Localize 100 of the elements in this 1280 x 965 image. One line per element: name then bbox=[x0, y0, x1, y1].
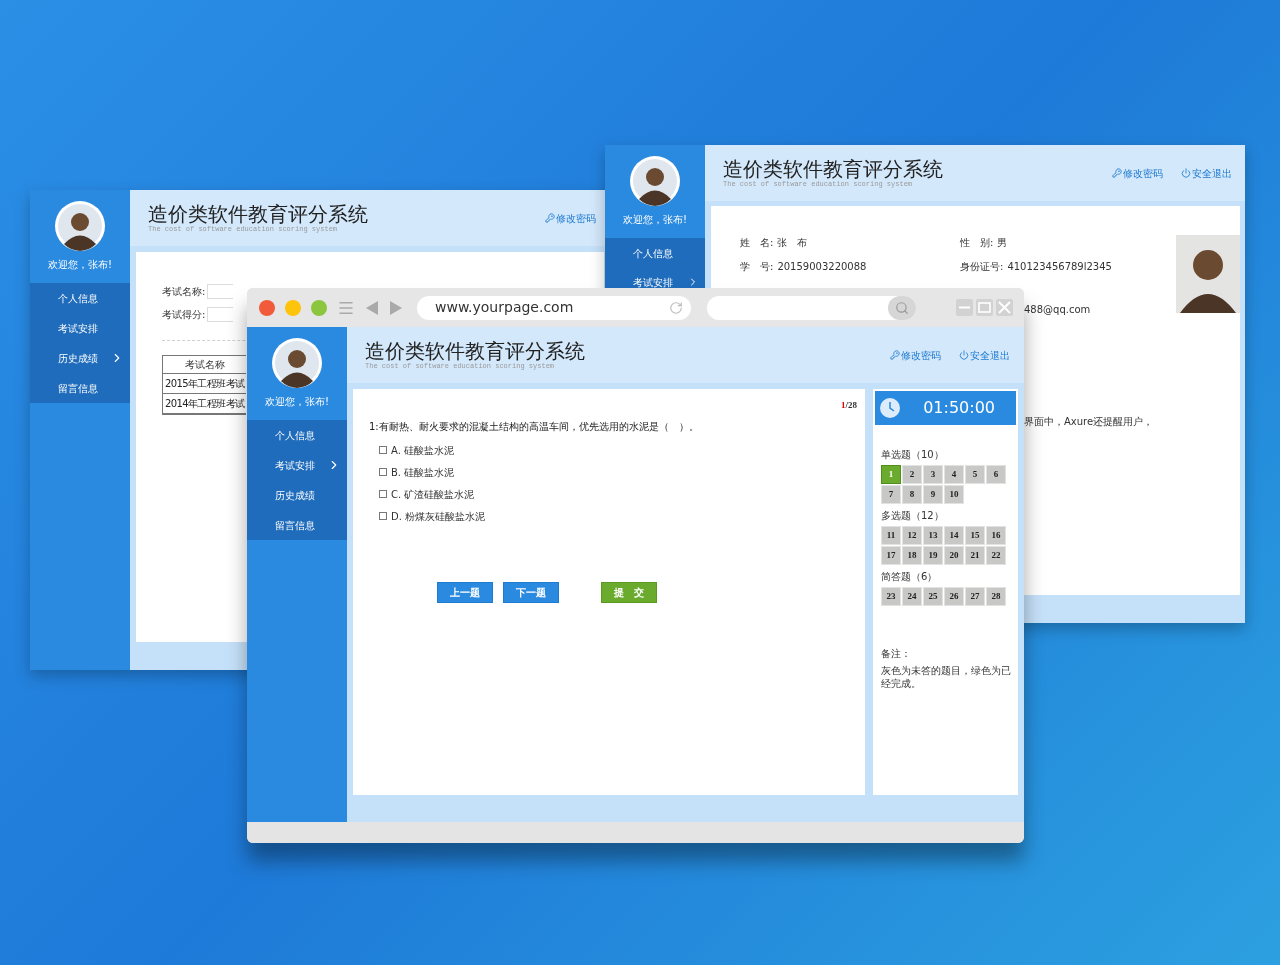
nav-item[interactable]: 留言信息 bbox=[247, 510, 347, 540]
checkbox[interactable] bbox=[379, 468, 387, 476]
question-number-button[interactable]: 21 bbox=[965, 546, 985, 565]
nav-item[interactable]: 留言信息 bbox=[30, 373, 130, 403]
field-value: 张 布 bbox=[777, 235, 808, 250]
question-number-button[interactable]: 24 bbox=[902, 587, 922, 606]
question-number-button[interactable]: 7 bbox=[881, 485, 901, 504]
search-icon bbox=[895, 300, 909, 315]
checkbox[interactable] bbox=[379, 490, 387, 498]
nav-item[interactable]: 考试安排 bbox=[30, 313, 130, 343]
welcome-text: 欢迎您，张布! bbox=[623, 213, 687, 227]
checkbox[interactable] bbox=[379, 512, 387, 520]
question-number-button[interactable]: 5 bbox=[965, 465, 985, 484]
nav-item[interactable]: 考试安排 bbox=[247, 450, 347, 480]
table-cell: 2014年工程班考试 bbox=[163, 394, 246, 414]
app-title: 造价类软件教育评分系统 bbox=[723, 157, 944, 180]
question-total: /28 bbox=[845, 399, 857, 412]
checkbox[interactable] bbox=[379, 446, 387, 454]
question-number-button[interactable]: 3 bbox=[923, 465, 943, 484]
current-question-number: 1 bbox=[841, 399, 846, 412]
field-label: 姓 名: bbox=[740, 235, 774, 250]
question-number-button[interactable]: 18 bbox=[902, 546, 922, 565]
header-link[interactable]: 修改密码 bbox=[545, 210, 596, 226]
avatar bbox=[630, 156, 680, 206]
answer-option[interactable]: A. 硅酸盐水泥 bbox=[379, 443, 857, 457]
text-fragment: 488@qq.com bbox=[1024, 303, 1091, 317]
question-number-button[interactable]: 27 bbox=[965, 587, 985, 606]
question-number-button[interactable]: 20 bbox=[944, 546, 964, 565]
header-link[interactable]: 安全退出 bbox=[959, 347, 1010, 363]
key-icon bbox=[545, 213, 555, 223]
nav-button[interactable]: 下一题 bbox=[503, 581, 559, 603]
power-icon bbox=[959, 350, 969, 360]
question-number-button[interactable]: 19 bbox=[923, 546, 943, 565]
question-number-button[interactable]: 14 bbox=[944, 526, 964, 545]
question-number-button[interactable]: 26 bbox=[944, 587, 964, 606]
question-text: 1:有耐热、耐火要求的混凝土结构的高温车间，优先选用的水泥是（ ）。 bbox=[369, 419, 700, 434]
question-number-button[interactable]: 4 bbox=[944, 465, 964, 484]
answer-option[interactable]: B. 硅酸盐水泥 bbox=[379, 465, 857, 479]
field-label: 考试得分: bbox=[162, 308, 206, 322]
answer-option[interactable]: C. 矿渣硅酸盐水泥 bbox=[379, 487, 857, 501]
nav-item[interactable]: 个人信息 bbox=[247, 420, 347, 450]
welcome-text: 欢迎您，张布! bbox=[265, 395, 329, 409]
avatar bbox=[55, 201, 105, 251]
section-title: 单选题（10） bbox=[881, 447, 945, 462]
table-cell: 2015年工程班考试 bbox=[163, 374, 246, 394]
question-number-button[interactable]: 15 bbox=[965, 526, 985, 545]
app-title: 造价类软件教育评分系统 bbox=[365, 339, 586, 362]
note-title: 备注： bbox=[881, 647, 912, 661]
question-number-button[interactable]: 12 bbox=[902, 526, 922, 545]
close-icon[interactable] bbox=[996, 299, 1013, 316]
field-value: 男 bbox=[997, 235, 1008, 250]
question-number-button[interactable]: 11 bbox=[881, 526, 901, 545]
key-icon bbox=[1112, 168, 1122, 178]
nav-item[interactable]: 历史成绩 bbox=[247, 480, 347, 510]
power-icon bbox=[1181, 168, 1191, 178]
forward-icon[interactable] bbox=[389, 299, 403, 316]
question-number-button[interactable]: 23 bbox=[881, 587, 901, 606]
field-label: 性 别: bbox=[960, 235, 994, 250]
nav-item[interactable]: 历史成绩 bbox=[30, 343, 130, 373]
input-field[interactable] bbox=[207, 284, 234, 299]
question-number-button[interactable]: 28 bbox=[986, 587, 1006, 606]
nav-item[interactable]: 考试安排 bbox=[605, 276, 705, 288]
header-link[interactable]: 修改密码 bbox=[890, 347, 941, 363]
welcome-text: 欢迎您，张布! bbox=[48, 258, 112, 272]
maximize-icon[interactable] bbox=[976, 299, 993, 316]
nav-item[interactable]: 个人信息 bbox=[605, 247, 705, 259]
field-label: 学 号: bbox=[740, 259, 774, 274]
question-number-button[interactable]: 9 bbox=[923, 485, 943, 504]
field-value: 410123456789l2345 bbox=[1007, 259, 1112, 274]
question-number-button[interactable]: 16 bbox=[986, 526, 1006, 545]
back-icon[interactable] bbox=[365, 299, 379, 316]
question-number-button[interactable]: 17 bbox=[881, 546, 901, 565]
question-number-button[interactable]: 22 bbox=[986, 546, 1006, 565]
search-field[interactable] bbox=[707, 295, 916, 320]
header-link[interactable]: 修改密码 bbox=[1112, 165, 1163, 181]
field-value: 20159003220088 bbox=[777, 259, 867, 274]
section-title: 多选题（12） bbox=[881, 508, 945, 523]
clock-icon bbox=[880, 398, 900, 418]
text-fragment: 界面中，Axure还提醒用户， bbox=[1024, 415, 1154, 429]
table-header: 考试名称 bbox=[163, 356, 246, 374]
question-number-button[interactable]: 25 bbox=[923, 587, 943, 606]
key-icon bbox=[890, 350, 900, 360]
answer-option[interactable]: D. 粉煤灰硅酸盐水泥 bbox=[379, 509, 857, 523]
field-label: 考试名称: bbox=[162, 285, 206, 299]
note-text: 灰色为未答的题目，绿色为已经完成。 bbox=[881, 664, 1012, 690]
question-number-button[interactable]: 13 bbox=[923, 526, 943, 545]
input-field[interactable] bbox=[207, 307, 234, 322]
address-bar[interactable]: www.yourpage.com bbox=[417, 295, 691, 320]
nav-button[interactable]: 上一题 bbox=[437, 581, 493, 603]
nav-item[interactable]: 个人信息 bbox=[30, 283, 130, 313]
reload-icon[interactable] bbox=[669, 300, 683, 315]
section-title: 简答题（6） bbox=[881, 569, 939, 584]
question-number-button[interactable]: 8 bbox=[902, 485, 922, 504]
question-number-button[interactable]: 2 bbox=[902, 465, 922, 484]
field-label: 身份证号: bbox=[960, 259, 1004, 274]
question-number-button[interactable]: 10 bbox=[944, 485, 964, 504]
question-number-button[interactable]: 6 bbox=[986, 465, 1006, 484]
minimize-icon[interactable] bbox=[956, 299, 973, 316]
avatar bbox=[272, 338, 322, 388]
header-link[interactable]: 安全退出 bbox=[1181, 165, 1232, 181]
